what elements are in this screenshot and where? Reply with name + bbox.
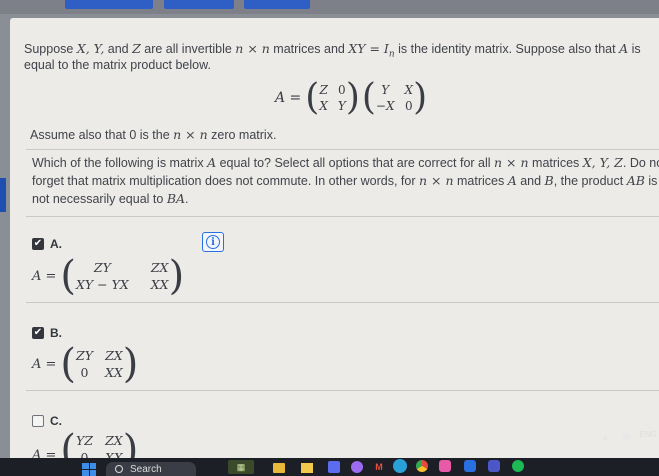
top-tab-3[interactable] [244, 0, 310, 9]
system-tray-language[interactable]: ENG [640, 430, 657, 439]
top-tab-1[interactable] [65, 0, 153, 9]
left-accent-bar [0, 178, 6, 212]
matrix-cell: ZX [105, 433, 123, 448]
taskbar-widget-icon[interactable]: ▦ [228, 460, 254, 474]
teams-icon[interactable] [486, 459, 502, 473]
matrix-cell: XX [150, 277, 169, 292]
app-icon[interactable] [437, 459, 453, 473]
folder-icon[interactable] [300, 461, 314, 475]
question-intro-line2: equal to the matrix product below. [24, 58, 211, 72]
divider [26, 149, 659, 150]
divider [26, 216, 659, 217]
top-tab-2[interactable] [164, 0, 234, 9]
info-icon: i [206, 235, 220, 249]
spotify-icon[interactable] [510, 459, 526, 473]
edge-icon[interactable] [392, 459, 408, 473]
def-m2-cell: −X [375, 99, 395, 113]
info-button[interactable]: i [202, 232, 224, 252]
search-icon [115, 465, 123, 473]
def-m2-cell: 0 [404, 99, 413, 113]
chevron-up-icon[interactable]: ▲ [600, 430, 610, 444]
def-m2-cell: X [404, 83, 414, 97]
assume-text: Assume also that 0 is the n × n zero mat… [30, 127, 277, 142]
file-explorer-icon[interactable] [272, 461, 286, 475]
matrix-cell: XX [104, 365, 123, 380]
app-icon[interactable] [350, 460, 364, 474]
cloud-icon[interactable] [620, 430, 632, 444]
option-c-label: C. [50, 414, 62, 428]
def-m2-cell: Y [381, 83, 390, 97]
matrix-cell: ZX [150, 260, 169, 275]
windows-start-icon[interactable] [82, 463, 96, 476]
prompt-line2: forget that matrix multiplication does n… [32, 173, 658, 188]
matrix-cell: 0 [80, 365, 89, 380]
def-m1-cell: Y [337, 99, 346, 113]
matrix-cell: YZ [76, 433, 93, 448]
option-b-checkbox[interactable]: ✔ [32, 327, 44, 339]
option-a-label: A. [50, 237, 62, 251]
prompt-line1: Which of the following is matrix A equal… [32, 155, 659, 170]
matrix-cell: ZX [105, 348, 123, 363]
def-m1-cell: 0 [338, 83, 346, 97]
option-c-matrix: A = ( YZ ZX 0 XX ) [32, 430, 138, 458]
matrix-cell: ZY [76, 348, 93, 363]
prompt-line3: not necessarily equal to BA. [32, 191, 189, 206]
mail-icon[interactable]: M [372, 460, 386, 474]
app-icon[interactable] [462, 459, 478, 473]
store-icon[interactable] [327, 460, 341, 474]
definition-matrix-product: A = ( Z 0 X Y ) ( Y X −X 0 ) [275, 77, 428, 118]
option-b-matrix: A = ( ZY ZX 0 XX ) [32, 341, 139, 387]
option-c-checkbox[interactable] [32, 415, 44, 427]
matrix-cell: XX [104, 450, 123, 458]
taskbar-search-label: Search [130, 464, 162, 475]
matrix-cell: 0 [80, 450, 89, 458]
matrix-cell: XY − YX [76, 277, 129, 292]
option-a-matrix: A = ( ZY ZX XY − YX XX ) [32, 253, 185, 299]
divider [26, 302, 659, 303]
def-m1-cell: Z [319, 83, 328, 97]
option-a-checkbox[interactable]: ✔ [32, 238, 44, 250]
matrix-cell: ZY [93, 260, 111, 275]
question-panel: Suppose X, Y, and Z are all invertible n… [10, 18, 659, 458]
chrome-icon[interactable] [414, 459, 430, 473]
divider [26, 390, 659, 391]
option-b-label: B. [50, 326, 62, 340]
def-m1-cell: X [319, 99, 328, 113]
